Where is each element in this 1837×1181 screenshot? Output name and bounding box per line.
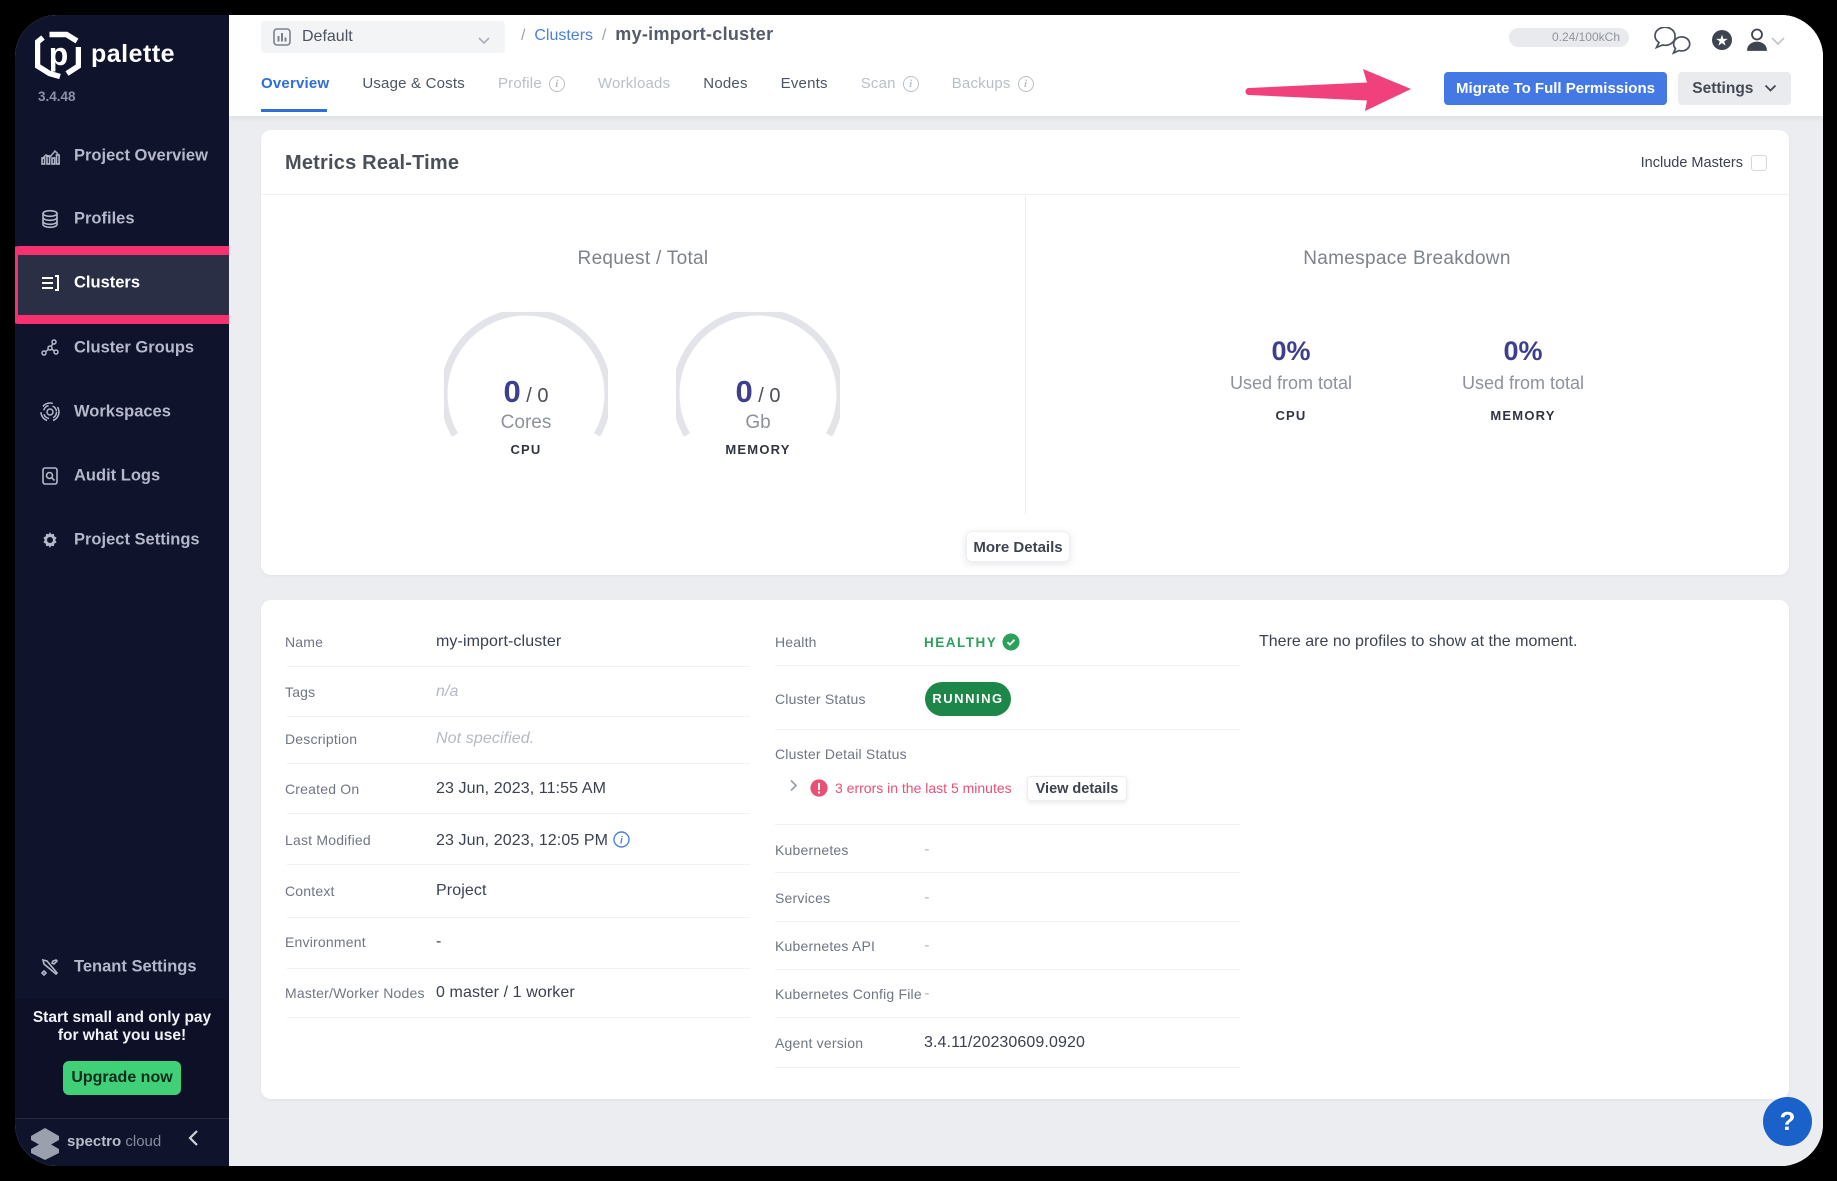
svg-text:p: p xyxy=(49,36,69,72)
svg-text:★: ★ xyxy=(1715,33,1728,50)
svg-text:i: i xyxy=(620,836,623,847)
